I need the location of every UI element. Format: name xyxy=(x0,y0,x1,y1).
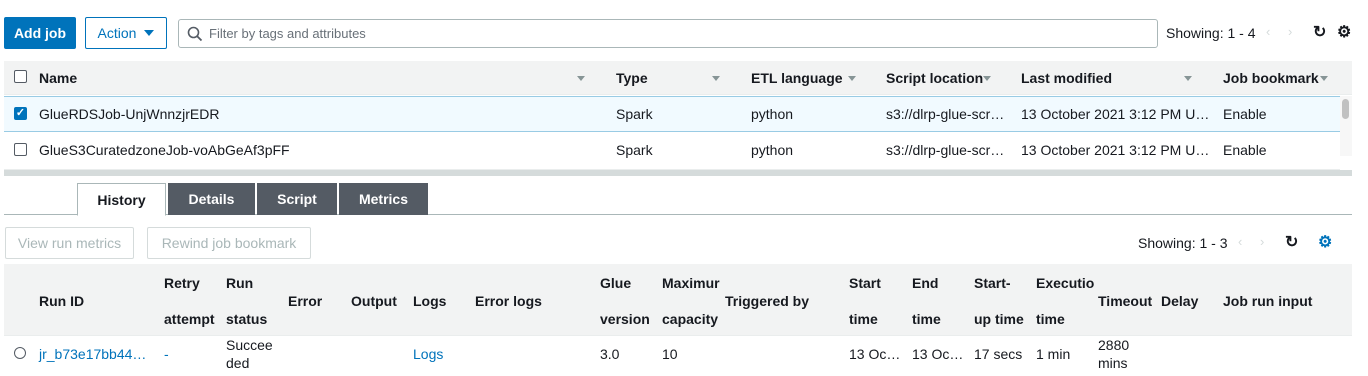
job-name: GlueRDSJob-UnjWnnzjrEDR xyxy=(39,106,220,122)
pane-splitter[interactable] xyxy=(4,170,1352,176)
run-radio-button[interactable] xyxy=(14,347,26,359)
col-name[interactable]: Name xyxy=(39,70,77,86)
col-start-time-line1[interactable]: Start xyxy=(849,275,881,291)
runs-showing-count: Showing: 1 - 3 xyxy=(1138,235,1228,251)
row-checkbox[interactable] xyxy=(14,143,27,156)
col-glue-version-line1[interactable]: Glue xyxy=(600,275,631,291)
col-run-status-line1[interactable]: Run xyxy=(226,275,253,291)
col-logs[interactable]: Logs xyxy=(413,293,446,309)
runs-next-page-icon[interactable]: › xyxy=(1260,234,1264,249)
caret-down-icon xyxy=(144,30,155,36)
col-start-time-line2[interactable]: time xyxy=(849,311,878,327)
col-delay[interactable]: Delay xyxy=(1161,293,1198,309)
timeout-line2: mins xyxy=(1098,355,1128,371)
jobs-table-header: Name Type ETL language Script location L… xyxy=(4,61,1352,95)
jobs-scrollbar-thumb[interactable] xyxy=(1342,99,1349,119)
job-last-modified: 13 October 2021 3:12 PM U… xyxy=(1021,142,1210,158)
startup-time: 17 secs xyxy=(974,346,1023,362)
type-sort-icon[interactable] xyxy=(712,76,720,81)
job-etl-language: python xyxy=(751,106,794,122)
table-row[interactable]: GlueS3CuratedzoneJob-voAbGeAf3pFF Spark … xyxy=(4,132,1340,170)
filter-box[interactable] xyxy=(178,19,1158,48)
glue-version: 3.0 xyxy=(600,346,620,362)
timeout-line1: 2880 xyxy=(1098,337,1130,353)
select-all-checkbox[interactable] xyxy=(14,70,27,83)
job-type: Spark xyxy=(616,142,653,158)
run-status-line2: ded xyxy=(226,355,250,371)
execution-time: 1 min xyxy=(1036,346,1071,362)
col-etl-language[interactable]: ETL language xyxy=(751,70,843,86)
jobs-showing-count: Showing: 1 - 4 xyxy=(1166,25,1256,41)
tab-details[interactable]: Details xyxy=(168,183,255,215)
job-type: Spark xyxy=(616,106,653,122)
col-end-time-line2[interactable]: time xyxy=(912,311,941,327)
col-startup-time-line2[interactable]: up time xyxy=(974,311,1024,327)
run-id-link[interactable]: jr_b73e17bb44… xyxy=(39,346,146,362)
job-name: GlueS3CuratedzoneJob-voAbGeAf3pFF xyxy=(39,142,290,158)
col-retry-line1[interactable]: Retry xyxy=(164,275,200,291)
start-time: 13 Oc… xyxy=(849,346,901,362)
script-location-sort-icon[interactable] xyxy=(983,76,991,81)
col-timeout[interactable]: Timeout xyxy=(1098,293,1152,309)
jobs-next-page-icon[interactable]: › xyxy=(1288,24,1292,39)
col-execution-time-line2[interactable]: time xyxy=(1036,311,1065,327)
col-error[interactable]: Error xyxy=(288,293,322,309)
runs-prev-page-icon[interactable]: ‹ xyxy=(1238,234,1242,249)
last-modified-sort-icon[interactable] xyxy=(1184,76,1192,81)
col-output[interactable]: Output xyxy=(351,293,397,309)
add-job-button[interactable]: Add job xyxy=(4,17,76,49)
jobs-scrollbar[interactable] xyxy=(1340,96,1352,156)
col-glue-version-line2[interactable]: version xyxy=(600,311,650,327)
tab-metrics[interactable]: Metrics xyxy=(339,183,428,215)
col-run-id[interactable]: Run ID xyxy=(39,293,84,309)
col-startup-time-line1[interactable]: Start- xyxy=(974,275,1011,291)
runs-table-header: Run ID Retry attempt Run status Error Ou… xyxy=(4,264,1352,336)
tab-history[interactable]: History xyxy=(77,183,166,216)
job-script-location: s3://dlrp-glue-scr… xyxy=(886,142,1005,158)
col-end-time-line1[interactable]: End xyxy=(912,275,938,291)
job-bookmark-sort-icon[interactable] xyxy=(1320,76,1328,81)
view-run-metrics-button[interactable]: View run metrics xyxy=(5,227,134,259)
job-last-modified: 13 October 2021 3:12 PM U… xyxy=(1021,106,1210,122)
filter-input[interactable] xyxy=(209,26,1109,41)
search-icon xyxy=(187,26,203,41)
max-capacity: 10 xyxy=(662,346,678,362)
jobs-settings-icon[interactable]: ⚙ xyxy=(1337,22,1351,42)
col-max-capacity-line2[interactable]: capacity xyxy=(662,311,718,327)
col-run-status-line2[interactable]: status xyxy=(226,311,267,327)
run-status-line1: Succee xyxy=(226,337,273,353)
runs-settings-icon[interactable]: ⚙ xyxy=(1318,232,1332,252)
action-label: Action xyxy=(97,25,137,41)
job-bookmark: Enable xyxy=(1223,142,1267,158)
row-checkbox[interactable]: ✓ xyxy=(14,107,27,120)
runs-refresh-icon[interactable]: ↻ xyxy=(1285,232,1298,252)
col-error-logs[interactable]: Error logs xyxy=(475,293,542,309)
retry-attempt: - xyxy=(164,346,169,362)
end-time: 13 Oc… xyxy=(912,346,964,362)
etl-language-sort-icon[interactable] xyxy=(848,76,856,81)
col-job-run-input[interactable]: Job run input xyxy=(1223,293,1312,309)
col-max-capacity-line1[interactable]: Maximur xyxy=(662,275,720,291)
table-row[interactable]: ✓ GlueRDSJob-UnjWnnzjrEDR Spark python s… xyxy=(4,96,1340,132)
name-sort-icon[interactable] xyxy=(577,76,585,81)
col-script-location[interactable]: Script location xyxy=(886,70,983,86)
action-dropdown-button[interactable]: Action xyxy=(85,17,167,49)
job-etl-language: python xyxy=(751,142,794,158)
col-execution-time-line1[interactable]: Executio xyxy=(1036,275,1094,291)
col-job-bookmark[interactable]: Job bookmark xyxy=(1223,70,1319,86)
col-last-modified[interactable]: Last modified xyxy=(1021,70,1112,86)
tab-script[interactable]: Script xyxy=(257,183,337,215)
jobs-prev-page-icon[interactable]: ‹ xyxy=(1266,24,1270,39)
col-retry-line2[interactable]: attempt xyxy=(164,311,215,327)
logs-link[interactable]: Logs xyxy=(413,346,443,362)
col-triggered-by[interactable]: Triggered by xyxy=(725,293,809,309)
table-row[interactable]: jr_b73e17bb44… - Succee ded Logs 3.0 10 … xyxy=(4,336,1352,376)
job-script-location: s3://dlrp-glue-scr… xyxy=(886,106,1005,122)
jobs-refresh-icon[interactable]: ↻ xyxy=(1313,22,1326,42)
rewind-job-bookmark-button[interactable]: Rewind job bookmark xyxy=(147,227,311,259)
job-bookmark: Enable xyxy=(1223,106,1267,122)
col-type[interactable]: Type xyxy=(616,70,648,86)
